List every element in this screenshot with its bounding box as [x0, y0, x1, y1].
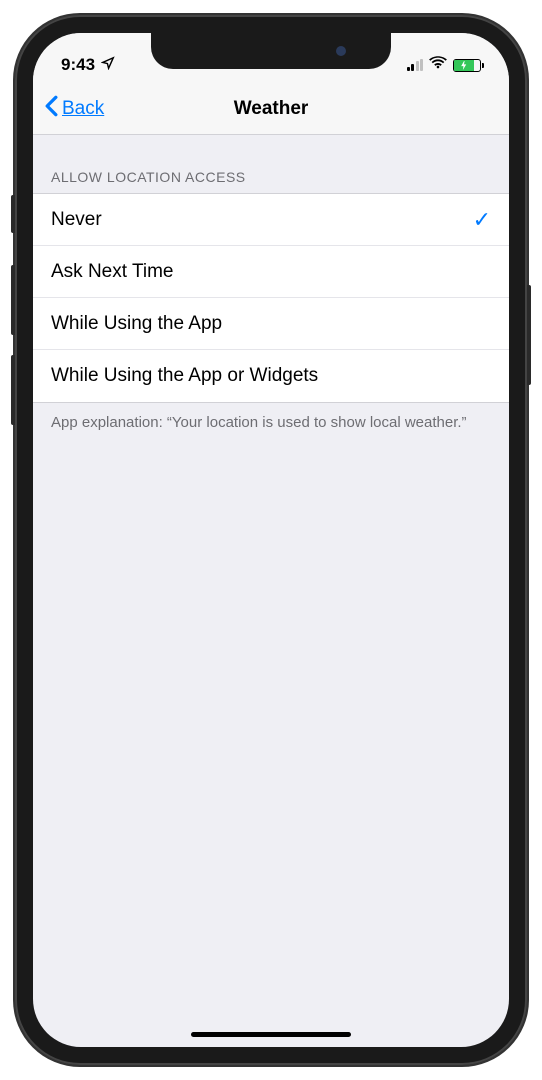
- options-list: Never ✓ Ask Next Time While Using the Ap…: [33, 193, 509, 403]
- silence-switch: [11, 195, 15, 233]
- option-while-using-app-or-widgets[interactable]: While Using the App or Widgets: [33, 350, 509, 402]
- wifi-icon: [429, 56, 447, 74]
- front-camera: [336, 46, 346, 56]
- volume-down-button: [11, 355, 15, 425]
- navigation-bar: Back Weather: [33, 83, 509, 135]
- option-label: While Using the App or Widgets: [51, 365, 318, 387]
- page-title: Weather: [234, 98, 309, 120]
- location-arrow-icon: [101, 55, 115, 75]
- screen: 9:43: [33, 33, 509, 1047]
- cellular-signal-icon: [407, 59, 424, 71]
- option-label: Never: [51, 209, 102, 231]
- phone-frame: 9:43: [15, 15, 527, 1065]
- section-header: ALLOW LOCATION ACCESS: [33, 135, 509, 193]
- option-ask-next-time[interactable]: Ask Next Time: [33, 246, 509, 298]
- option-label: While Using the App: [51, 313, 222, 335]
- checkmark-icon: ✓: [473, 207, 491, 233]
- option-while-using-app[interactable]: While Using the App: [33, 298, 509, 350]
- back-label: Back: [62, 98, 104, 120]
- chevron-left-icon: [45, 95, 58, 123]
- volume-up-button: [11, 265, 15, 335]
- side-button: [527, 285, 531, 385]
- back-button[interactable]: Back: [33, 95, 104, 123]
- notch: [151, 33, 391, 69]
- option-never[interactable]: Never ✓: [33, 194, 509, 246]
- content-area: ALLOW LOCATION ACCESS Never ✓ Ask Next T…: [33, 135, 509, 443]
- status-time: 9:43: [61, 55, 95, 75]
- option-label: Ask Next Time: [51, 261, 173, 283]
- section-footer: App explanation: “Your location is used …: [33, 403, 509, 443]
- battery-charging-icon: [453, 59, 481, 72]
- home-indicator[interactable]: [191, 1032, 351, 1037]
